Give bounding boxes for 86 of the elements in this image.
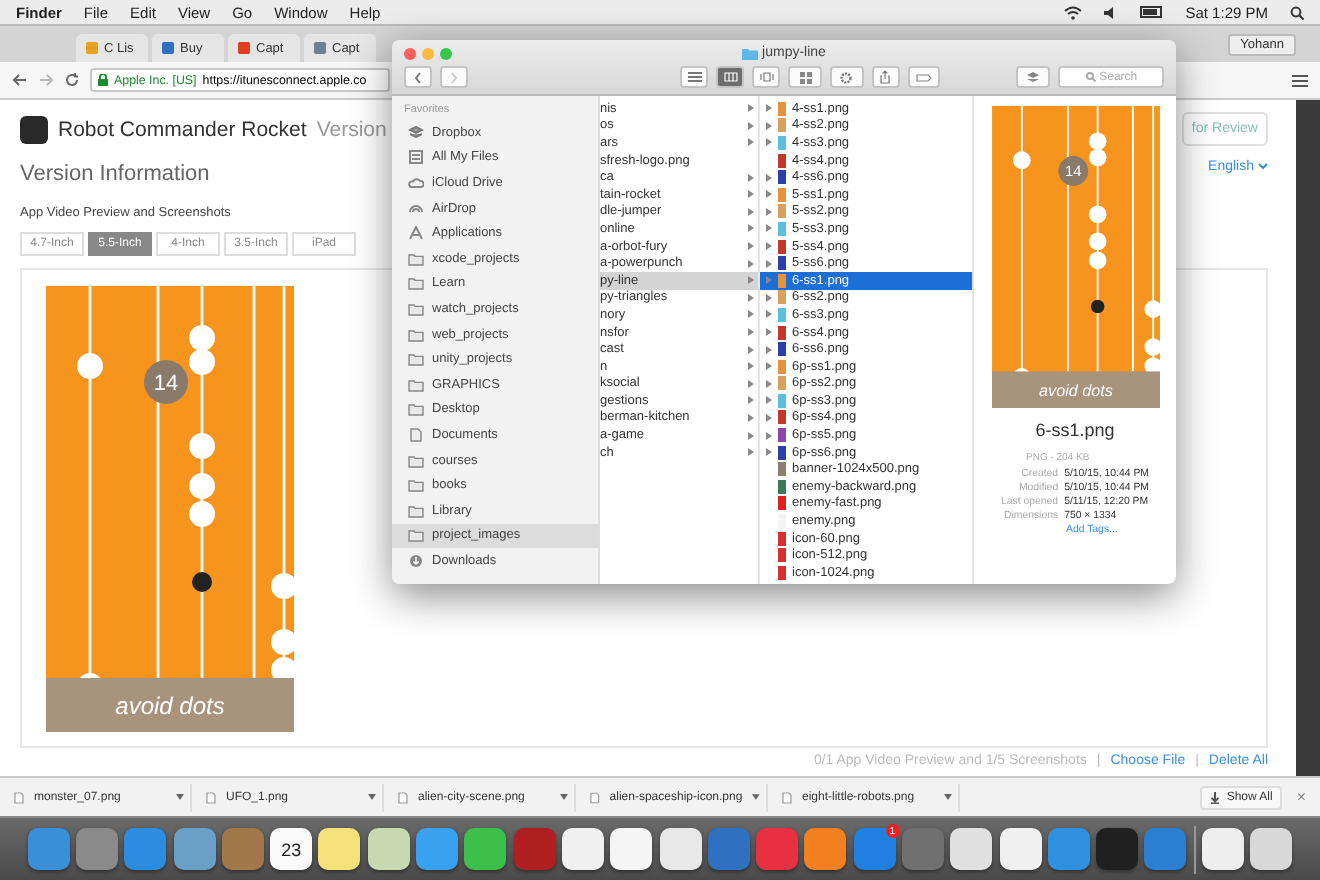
forward-icon[interactable]	[38, 72, 54, 88]
battery-icon[interactable]	[1139, 6, 1164, 18]
app-icon[interactable]	[804, 828, 847, 870]
box-icon	[1026, 71, 1041, 83]
zoom-button[interactable]	[440, 48, 452, 60]
dot	[189, 473, 215, 499]
version-label: Version	[316, 117, 387, 141]
dot	[1087, 251, 1106, 270]
caret-icon	[368, 794, 376, 800]
tag-icon	[916, 73, 933, 81]
dot	[189, 349, 215, 375]
caret-icon	[752, 794, 760, 800]
list-icon	[687, 72, 702, 82]
grid-icon	[799, 71, 812, 83]
app-icon[interactable]	[561, 828, 604, 870]
app-icon[interactable]	[464, 828, 507, 870]
app-icon	[20, 115, 48, 143]
app-icon[interactable]	[1202, 828, 1245, 870]
cover-flow-icon	[759, 72, 774, 82]
share-icon	[880, 70, 891, 84]
download-icon	[1210, 791, 1221, 803]
close-button[interactable]	[404, 48, 416, 60]
dot	[1087, 132, 1106, 150]
score-badge	[144, 360, 188, 404]
share-button[interactable]	[871, 66, 900, 88]
app-icon[interactable]	[1250, 828, 1293, 870]
action-button[interactable]	[830, 66, 864, 88]
dot	[189, 325, 215, 351]
search-icon	[1085, 72, 1096, 82]
dot	[77, 353, 103, 379]
search-icon[interactable]	[1290, 5, 1304, 19]
dot	[1087, 148, 1106, 167]
document-icon	[408, 150, 424, 165]
file-icon	[590, 791, 600, 803]
column-view-button[interactable]	[716, 66, 745, 88]
score-text: 14	[1064, 162, 1081, 181]
wifi-icon[interactable]	[1063, 5, 1082, 19]
dot	[1087, 232, 1106, 251]
list-view-button[interactable]	[680, 66, 709, 88]
dropbox-button[interactable]	[1016, 66, 1051, 88]
score-text: 14	[153, 372, 179, 396]
file-name: 6-ss1.png	[1035, 420, 1115, 440]
dot	[1012, 151, 1030, 169]
file-icon	[206, 791, 216, 803]
cloud-icon	[408, 175, 424, 190]
app-icon[interactable]	[318, 828, 361, 870]
chevron-left-icon	[414, 71, 422, 83]
caret-icon	[1258, 162, 1268, 170]
menu-icon[interactable]	[1292, 73, 1308, 87]
lock-icon	[98, 74, 108, 86]
download-icon	[408, 553, 424, 568]
app-icon[interactable]	[950, 828, 993, 870]
app-icon[interactable]	[659, 828, 701, 870]
player-dot	[1089, 299, 1104, 314]
app-icon[interactable]	[610, 828, 653, 870]
triangle-icon	[408, 226, 424, 241]
back-icon[interactable]	[12, 72, 28, 88]
score-badge	[1057, 156, 1088, 186]
dot	[189, 501, 215, 527]
dot	[189, 433, 215, 459]
app-icon[interactable]	[367, 828, 410, 870]
app-icon[interactable]	[999, 828, 1042, 870]
app-icon[interactable]: 23	[270, 828, 313, 870]
signal-icon	[408, 201, 424, 216]
reload-icon[interactable]	[64, 72, 80, 88]
tag-button[interactable]	[907, 66, 941, 88]
caret-icon	[176, 794, 184, 800]
arrange-button[interactable]	[788, 66, 822, 88]
caret-icon	[944, 794, 952, 800]
game-title-text: avoid dots	[115, 692, 225, 720]
file-icon	[398, 791, 408, 803]
gear-icon	[840, 71, 853, 83]
player-dot	[192, 572, 212, 592]
caret-icon	[560, 794, 568, 800]
columns-icon	[723, 72, 738, 82]
box-icon	[408, 125, 424, 140]
back-button[interactable]	[404, 66, 432, 88]
dot	[1087, 205, 1106, 224]
app-title: Robot Commander Rocket	[58, 117, 307, 141]
document-icon	[408, 427, 424, 442]
volume-icon[interactable]	[1103, 5, 1118, 19]
section-heading: Version Information	[20, 162, 210, 186]
cover-flow-button[interactable]	[752, 66, 781, 88]
file-icon	[14, 791, 24, 803]
file-icon	[782, 791, 792, 803]
chevron-right-icon	[450, 71, 458, 83]
